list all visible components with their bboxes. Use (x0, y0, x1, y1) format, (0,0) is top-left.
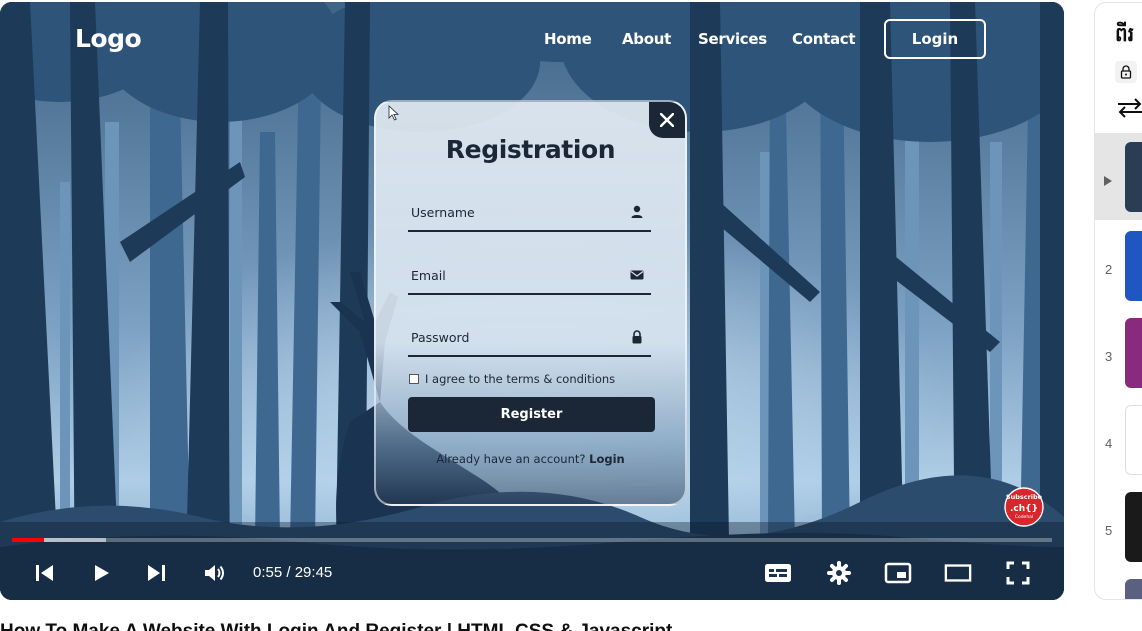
theater-mode-button[interactable] (944, 559, 972, 587)
email-field[interactable]: Email (408, 262, 651, 295)
register-button[interactable]: Register (408, 397, 655, 432)
username-field[interactable]: Username (408, 199, 651, 232)
nav-home[interactable]: Home (544, 30, 592, 48)
time-current: 0:55 (253, 564, 283, 581)
lock-icon (1120, 65, 1132, 79)
progress-bar[interactable] (12, 538, 1052, 542)
login-link[interactable]: Login (589, 452, 625, 466)
lock-icon (632, 330, 642, 344)
playlist-thumbnail (1125, 579, 1142, 599)
fullscreen-button[interactable] (1004, 559, 1032, 587)
subscribe-badge-top: Subscribe (1006, 493, 1043, 501)
fullscreen-icon (1006, 561, 1030, 585)
volume-button[interactable] (201, 559, 229, 587)
nav-about[interactable]: About (622, 30, 671, 48)
miniplayer-button[interactable] (884, 559, 912, 587)
password-field[interactable]: Password (408, 324, 651, 357)
subtitles-button[interactable] (764, 559, 792, 587)
playlist-title: ពីរ (1115, 22, 1135, 46)
envelope-icon (630, 270, 644, 280)
playlist-item[interactable]: 4 (1095, 399, 1142, 486)
nav-services[interactable]: Services (698, 30, 767, 48)
site-navbar: Logo Home About Services Contact Login (0, 2, 1064, 76)
loop-icon (1118, 98, 1142, 118)
playlist-thumbnail (1125, 492, 1142, 562)
login-prompt-text: Already have an account? (436, 452, 586, 466)
playlist-item[interactable]: 3 (1095, 312, 1142, 399)
playlist-item[interactable] (1095, 133, 1142, 220)
play-icon (95, 565, 109, 581)
nav-contact[interactable]: Contact (792, 30, 856, 48)
volume-icon (205, 565, 224, 581)
subscribe-badge-tag: Codehal (1015, 514, 1033, 520)
playlist-privacy (1115, 61, 1137, 83)
playlist-item-index: 5 (1105, 523, 1113, 538)
nav-login-button[interactable]: Login (884, 19, 986, 59)
time-separator: / (282, 564, 295, 581)
miniplayer-icon (884, 562, 912, 584)
modal-title: Registration (445, 135, 616, 164)
playlist-item[interactable]: 5 (1095, 486, 1142, 573)
settings-button[interactable] (825, 559, 853, 587)
close-button[interactable] (649, 102, 685, 138)
subscribe-badge[interactable]: Subscribe .ch{} Codehal (1004, 487, 1044, 527)
site-logo: Logo (75, 24, 142, 53)
terms-checkbox[interactable] (409, 374, 419, 384)
now-playing-icon (1104, 176, 1112, 186)
playlist-thumbnail (1125, 318, 1142, 388)
time-display: 0:55 / 29:45 (253, 564, 332, 581)
playlist-item[interactable] (1095, 573, 1142, 599)
terms-row: I agree to the terms & conditions (409, 371, 615, 387)
playlist-thumbnail (1125, 405, 1142, 475)
playlist-item-index: 2 (1105, 262, 1113, 277)
subtitles-icon (765, 564, 791, 582)
previous-icon (36, 565, 53, 581)
previous-button[interactable] (30, 559, 58, 587)
next-button[interactable] (143, 559, 171, 587)
playlist-item[interactable]: 2 (1095, 225, 1142, 312)
playlist-item-index: 4 (1105, 436, 1113, 451)
mouse-cursor-icon (388, 105, 400, 121)
video-title: How To Make A Website With Login And Reg… (0, 619, 1064, 631)
time-total: 29:45 (294, 564, 333, 581)
terms-label: I agree to the terms & conditions (425, 372, 616, 386)
settings-icon (827, 561, 851, 585)
playlist-thumbnail (1125, 231, 1142, 301)
theater-icon (944, 564, 972, 582)
login-prompt: Already have an account? Login (376, 452, 685, 466)
playlist-thumbnail (1125, 142, 1142, 212)
playlist-item-index: 3 (1105, 349, 1113, 364)
loop-playlist-button[interactable] (1115, 95, 1142, 121)
close-icon (660, 113, 674, 127)
video-player[interactable]: Logo Home About Services Contact Login R… (0, 2, 1064, 600)
email-placeholder: Email (411, 268, 446, 283)
play-button[interactable] (87, 559, 115, 587)
next-icon (148, 565, 165, 581)
playlist-panel: ពីរ 2 3 4 5 (1094, 2, 1142, 600)
password-placeholder: Password (411, 330, 470, 345)
video-title-text: How To Make A Website With Login And Reg… (0, 621, 672, 631)
user-icon (631, 205, 643, 218)
registration-modal: Registration Username Email Password I a… (374, 100, 687, 506)
subscribe-badge-bottom: .ch{} (1010, 504, 1038, 514)
progress-played (12, 538, 45, 542)
username-placeholder: Username (411, 205, 475, 220)
